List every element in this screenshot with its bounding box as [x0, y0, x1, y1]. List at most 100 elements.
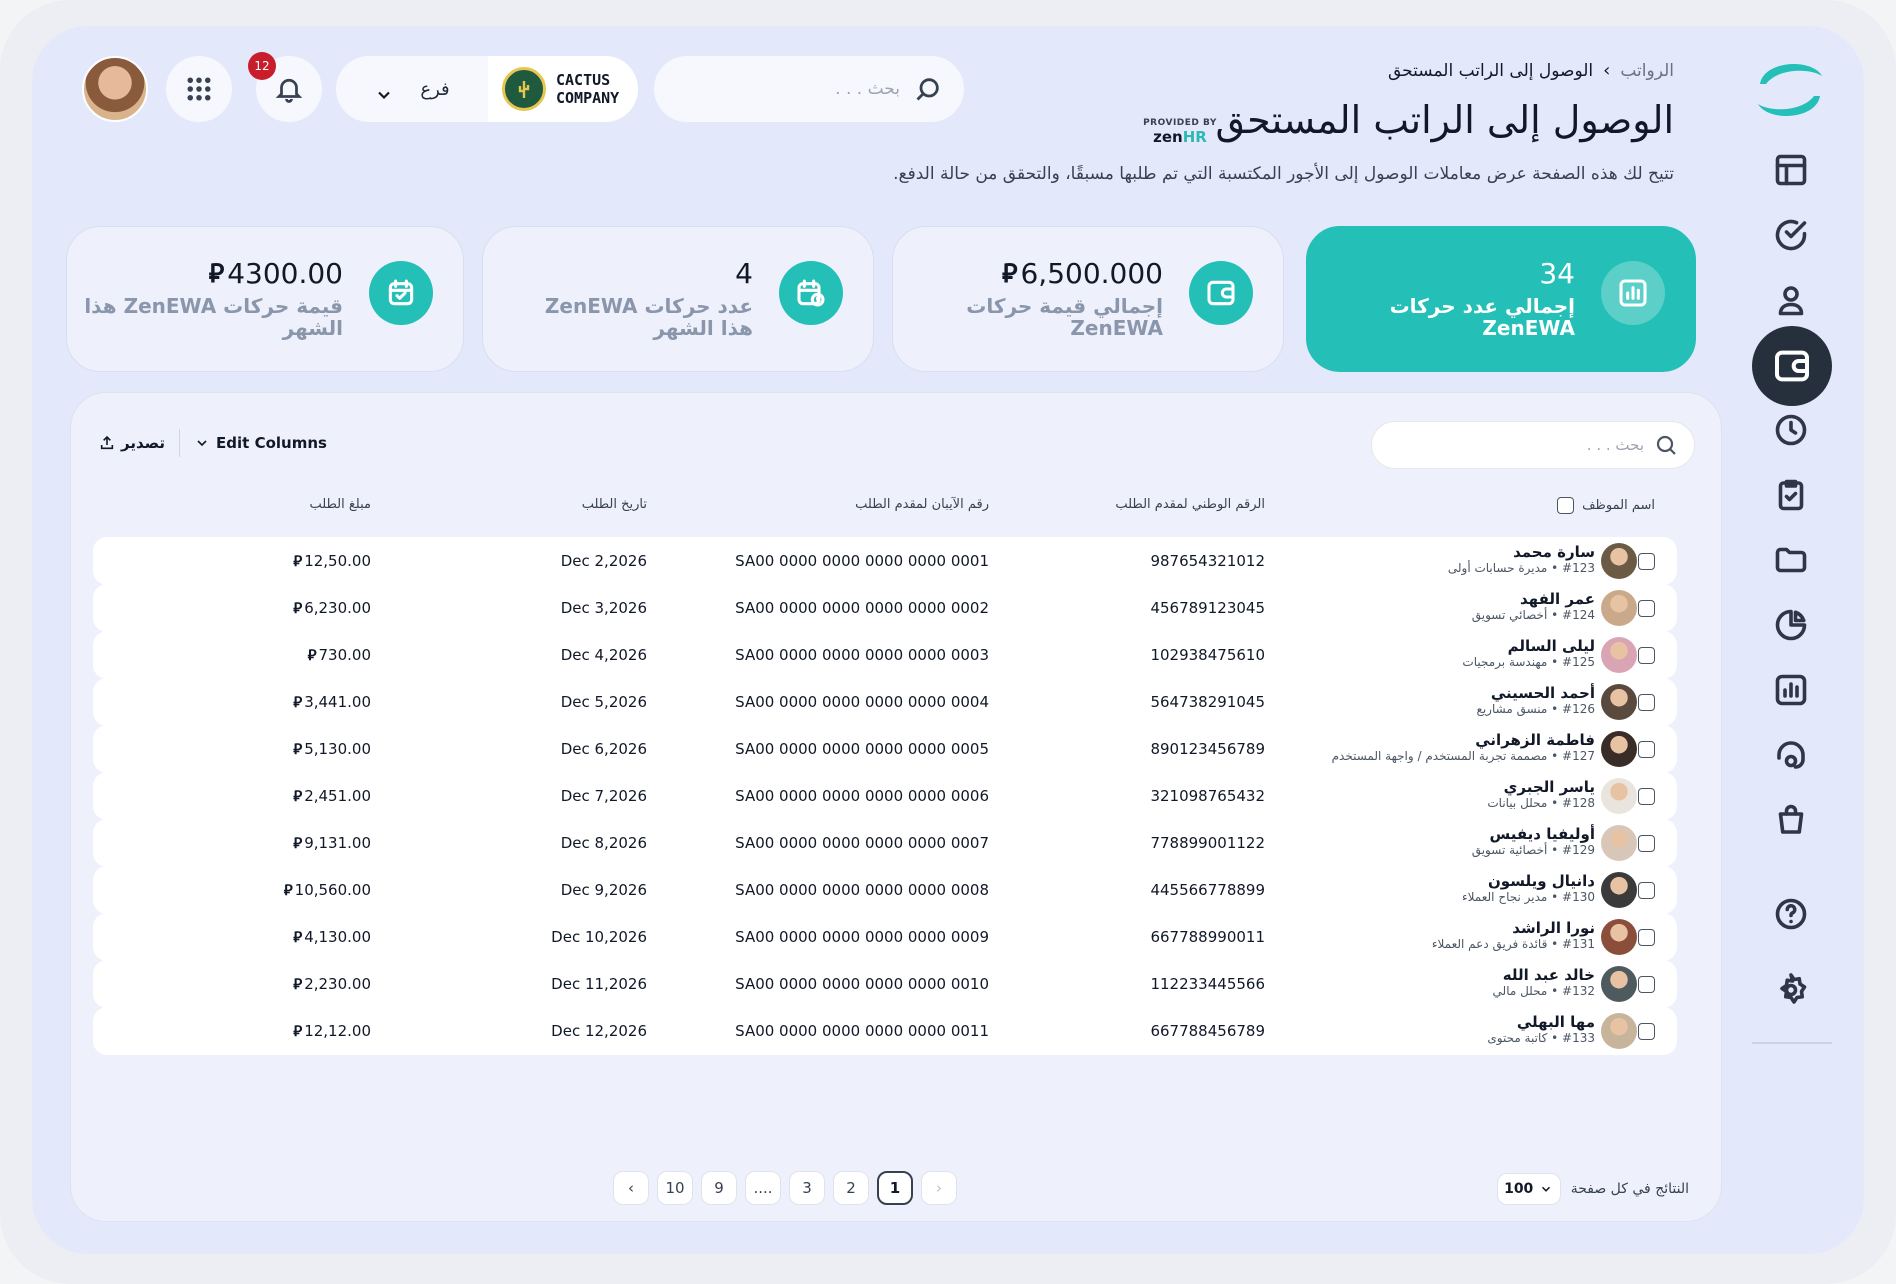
amount-cell: ⃁ 4,130.00: [293, 913, 371, 961]
pagination-page[interactable]: 2: [833, 1171, 869, 1205]
table-row[interactable]: دانيال ويلسون #130 • مدير نجاح العملاء 4…: [93, 866, 1677, 914]
row-checkbox[interactable]: [1638, 599, 1655, 617]
riyal-currency-icon: ⃁: [208, 259, 225, 289]
table-row[interactable]: فاطمة الزهراني #127 • مصممة تجربة المستخ…: [93, 725, 1677, 773]
bar-chart-icon[interactable]: [1765, 664, 1817, 716]
table-row[interactable]: ليلى السالم #125 • مهندسة برمجيات 102938…: [93, 631, 1677, 679]
pagination-page[interactable]: 3: [789, 1171, 825, 1205]
iban-cell: SA00 0000 0000 0000 0000 0011: [735, 1022, 989, 1040]
breadcrumb-current: الوصول إلى الراتب المستحق: [1388, 60, 1594, 81]
check-circle-icon[interactable]: [1765, 209, 1817, 261]
cactus-logo-icon: [502, 67, 546, 111]
stat-label: إجمالي عدد حركات ZenEWA: [1389, 294, 1575, 340]
headset-icon[interactable]: [1765, 729, 1817, 781]
table-row[interactable]: سارة محمد #123 • مديرة حسابات أولى 98765…: [93, 537, 1677, 585]
header-national-id[interactable]: الرقم الوطني لمقدم الطلب: [1115, 497, 1265, 512]
employee-name[interactable]: ياسر الجبري: [1487, 778, 1595, 796]
row-checkbox[interactable]: [1638, 552, 1655, 570]
wallet-icon[interactable]: [1752, 326, 1832, 406]
employee-avatar: [1601, 778, 1637, 814]
national-id-cell: 102938475610: [1150, 646, 1265, 664]
row-checkbox[interactable]: [1638, 787, 1655, 805]
header-date[interactable]: تاريخ الطلب: [582, 497, 647, 512]
export-button[interactable]: تصدير: [99, 434, 165, 452]
table-row[interactable]: مها البهلي #133 • كاتبة محتوى 6677884567…: [93, 1007, 1677, 1055]
table-row[interactable]: أحمد الحسيني #126 • منسق مشاريع 56473829…: [93, 678, 1677, 726]
table-row[interactable]: نورا الراشد #131 • قائدة فريق دعم العملا…: [93, 913, 1677, 961]
shopping-bag-icon[interactable]: [1765, 794, 1817, 846]
amount-value: 10,560.00: [294, 881, 371, 899]
global-search-input[interactable]: [680, 79, 900, 99]
pagination-page[interactable]: 9: [701, 1171, 737, 1205]
pagination-next-icon[interactable]: ‹: [613, 1171, 649, 1205]
help-icon[interactable]: [1765, 888, 1817, 940]
riyal-currency-icon: ⃁: [293, 739, 302, 758]
row-checkbox[interactable]: [1638, 693, 1655, 711]
stat-label: قيمة حركات ZenEWA هذا الشهر: [84, 294, 343, 340]
apps-grid-button[interactable]: [166, 56, 232, 122]
row-checkbox[interactable]: [1638, 1022, 1655, 1040]
employee-name[interactable]: ليلى السالم: [1462, 637, 1595, 655]
select-all-checkbox[interactable]: [1557, 497, 1575, 514]
employee-cell: دانيال ويلسون #130 • مدير نجاح العملاء: [1462, 872, 1595, 904]
clock-icon[interactable]: [1765, 404, 1817, 456]
pagination-page[interactable]: ....: [745, 1171, 781, 1205]
employee-subtitle: #127 • مصممة تجربة المستخدم / واجهة المس…: [1331, 749, 1595, 763]
row-checkbox[interactable]: [1638, 834, 1655, 852]
amount-value: 2,451.00: [304, 787, 371, 805]
table-row[interactable]: عمر الفهد #124 • أخصائي تسويق 4567891230…: [93, 584, 1677, 632]
employee-name[interactable]: أحمد الحسيني: [1476, 684, 1595, 702]
table-row[interactable]: خالد عبد الله #132 • محلل مالي 112233445…: [93, 960, 1677, 1008]
dashboard-nav-icon[interactable]: [1765, 144, 1817, 196]
employee-avatar: [1601, 731, 1637, 767]
row-checkbox[interactable]: [1638, 740, 1655, 758]
table-search-input[interactable]: [1394, 436, 1644, 454]
pagination-page[interactable]: 1: [877, 1171, 913, 1205]
pagination-page[interactable]: 10: [657, 1171, 693, 1205]
header-name: اسم الموظف: [1582, 498, 1655, 513]
page-subtitle: تتيح لك هذه الصفحة عرض معاملات الوصول إل…: [893, 164, 1674, 184]
iban-cell: SA00 0000 0000 0000 0000 0008: [735, 881, 989, 899]
stat-value: 34: [1539, 257, 1575, 290]
pagination-prev-icon[interactable]: ›: [921, 1171, 957, 1205]
per-page-select[interactable]: 100: [1496, 1173, 1561, 1205]
pie-chart-icon[interactable]: [1765, 599, 1817, 651]
notifications-button[interactable]: 12: [248, 52, 322, 122]
export-label: تصدير: [121, 434, 166, 452]
employee-name[interactable]: نورا الراشد: [1432, 919, 1595, 937]
company-branch-selector[interactable]: فرع CACTUS COMPANY: [336, 56, 638, 122]
clipboard-check-icon[interactable]: [1765, 469, 1817, 521]
breadcrumb-root-link[interactable]: الرواتب: [1620, 61, 1674, 81]
edit-columns-button[interactable]: Edit Columns: [194, 434, 327, 452]
row-checkbox[interactable]: [1638, 975, 1655, 993]
employee-avatar: [1601, 684, 1637, 720]
wallet-icon: [1189, 261, 1253, 325]
employee-name[interactable]: عمر الفهد: [1472, 590, 1595, 608]
row-checkbox[interactable]: [1638, 646, 1655, 664]
employee-name[interactable]: فاطمة الزهراني: [1332, 731, 1595, 749]
user-avatar[interactable]: [82, 56, 148, 122]
transactions-panel: تصدير Edit Columns اسم الموظف الرقم الوط…: [70, 392, 1722, 1222]
header-amount[interactable]: مبلغ الطلب: [309, 497, 371, 512]
branch-dropdown[interactable]: فرع: [336, 56, 488, 122]
user-icon[interactable]: [1765, 274, 1817, 326]
folder-icon[interactable]: [1765, 534, 1817, 586]
table-row[interactable]: أوليفيا ديفيس #129 • أخصائية تسويق 77889…: [93, 819, 1677, 867]
settings-icon[interactable]: [1765, 964, 1817, 1016]
header-iban[interactable]: رقم الآيبان لمقدم الطلب: [855, 497, 989, 512]
employee-avatar: [1601, 966, 1637, 1002]
table-row[interactable]: ياسر الجبري #128 • محلل بيانات 321098765…: [93, 772, 1677, 820]
table-search: [1371, 421, 1695, 469]
employee-name[interactable]: دانيال ويلسون: [1462, 872, 1595, 890]
amount-cell: ⃁ 3,441.00: [293, 678, 371, 726]
row-checkbox[interactable]: [1638, 881, 1655, 899]
employee-cell: فاطمة الزهراني #127 • مصممة تجربة المستخ…: [1332, 731, 1595, 763]
national-id-cell: 987654321012: [1150, 552, 1265, 570]
row-checkbox[interactable]: [1638, 928, 1655, 946]
employee-name[interactable]: مها البهلي: [1487, 1013, 1595, 1031]
bar-chart-icon: [1601, 261, 1665, 325]
employee-name[interactable]: سارة محمد: [1448, 543, 1595, 561]
employee-cell: عمر الفهد #124 • أخصائي تسويق: [1472, 590, 1595, 622]
employee-name[interactable]: أوليفيا ديفيس: [1472, 825, 1595, 843]
employee-name[interactable]: خالد عبد الله: [1493, 966, 1595, 984]
